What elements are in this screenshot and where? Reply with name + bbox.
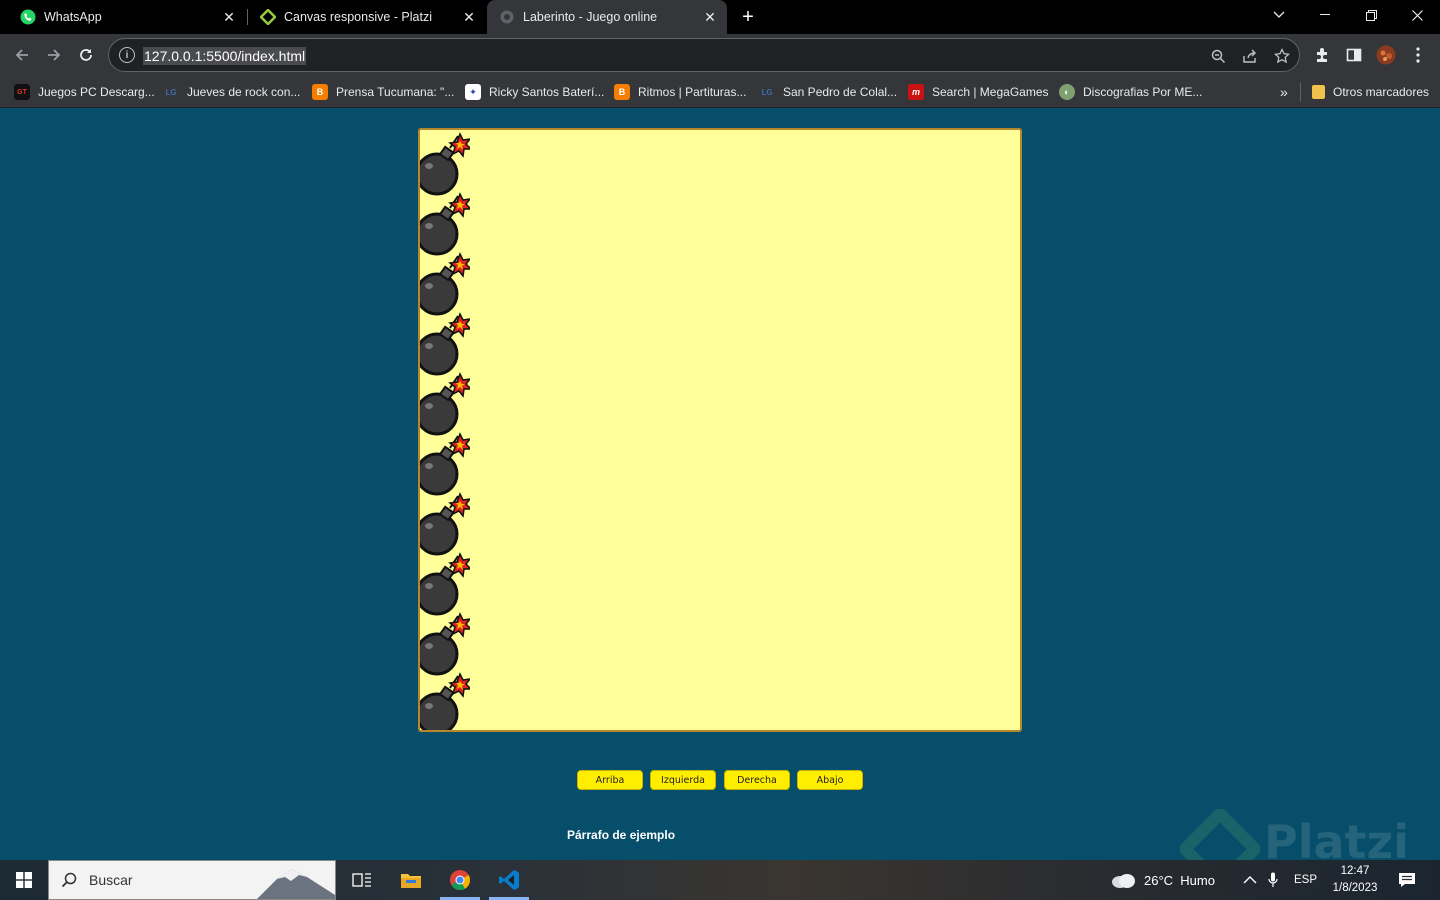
- share-icon[interactable]: [1241, 47, 1259, 65]
- chrome-button[interactable]: [436, 860, 484, 900]
- search-icon: [49, 872, 89, 888]
- bookmark-item[interactable]: ✦ Ricky Santos Baterí...: [465, 82, 604, 102]
- bookmark-item[interactable]: B Ritmos | Partituras...: [614, 82, 746, 102]
- bookmark-item[interactable]: LG Jueves de rock con...: [163, 82, 300, 102]
- close-icon[interactable]: ✕: [699, 6, 721, 28]
- bookmark-label: Ricky Santos Baterí...: [489, 85, 605, 99]
- globe-icon: [499, 9, 515, 25]
- right-button[interactable]: Derecha: [724, 770, 790, 790]
- bookmark-star-icon[interactable]: [1273, 47, 1291, 65]
- bookmark-label: Juegos PC Descarg...: [38, 85, 155, 99]
- bookmark-label: Ritmos | Partituras...: [638, 85, 747, 99]
- url-text[interactable]: 127.0.0.1:5500/index.html: [143, 47, 307, 65]
- taskbar-search[interactable]: Buscar: [48, 860, 336, 900]
- profile-avatar[interactable]: [1376, 45, 1396, 65]
- up-button[interactable]: Arriba: [577, 770, 643, 790]
- search-placeholder: Buscar: [89, 872, 133, 888]
- new-tab-button[interactable]: +: [736, 5, 760, 29]
- platzi-icon: [260, 9, 276, 25]
- lg-icon: LG: [165, 87, 177, 97]
- close-icon[interactable]: ✕: [458, 6, 480, 28]
- cloud-icon: [1112, 874, 1135, 888]
- weather-text: 26°C Humo: [1144, 872, 1215, 888]
- folder-icon: [1312, 85, 1325, 99]
- task-view-icon: [352, 873, 371, 887]
- other-bookmarks[interactable]: Otros marcadores: [1312, 82, 1429, 102]
- task-view-button[interactable]: [338, 860, 386, 900]
- tab-canvas-responsive[interactable]: Canvas responsive - Platzi ✕: [248, 0, 486, 34]
- mountain-highlight-icon: [257, 869, 335, 899]
- clock[interactable]: 12:47 1/8/2023: [1326, 863, 1384, 897]
- weather-widget[interactable]: 26°C Humo: [1110, 860, 1215, 900]
- zoom-icon[interactable]: [1209, 47, 1227, 65]
- file-explorer-button[interactable]: [387, 860, 435, 900]
- tab-laberinto[interactable]: Laberinto - Juego online ✕: [487, 0, 727, 34]
- menu-dots-icon[interactable]: [1408, 45, 1428, 65]
- back-button[interactable]: [8, 41, 36, 69]
- lg-icon: LG: [761, 87, 773, 97]
- start-button[interactable]: [0, 860, 48, 900]
- megagames-icon: m: [908, 84, 924, 100]
- example-paragraph: Párrafo de ejemplo: [567, 828, 676, 842]
- minimize-button[interactable]: [1302, 0, 1348, 30]
- more-bookmarks-icon[interactable]: »: [1280, 82, 1288, 102]
- controls-bar: Arriba Izquierda Derecha Abajo: [0, 770, 1440, 790]
- disc-icon: ◐: [1059, 84, 1075, 100]
- tab-strip: WhatsApp ✕ Canvas responsive - Platzi ✕ …: [0, 0, 1440, 34]
- clock-date: 1/8/2023: [1332, 882, 1378, 894]
- close-icon[interactable]: ✕: [218, 6, 240, 28]
- page-content: Arriba Izquierda Derecha Abajo Párrafo d…: [0, 109, 1440, 889]
- windows-logo-icon: [16, 872, 32, 888]
- bookmark-label: Discografias Por ME...: [1083, 85, 1203, 99]
- tab-title: Laberinto - Juego online: [523, 10, 658, 24]
- browser-toolbar: i 127.0.0.1:5500/index.html: [0, 34, 1440, 76]
- ricky-icon: ✦: [465, 84, 481, 100]
- language-indicator[interactable]: ESP: [1294, 860, 1317, 900]
- address-bar[interactable]: i 127.0.0.1:5500/index.html: [108, 38, 1300, 72]
- bookmark-label: San Pedro de Colal...: [783, 85, 898, 99]
- microphone-icon[interactable]: [1268, 860, 1278, 900]
- bomb-icon: [420, 672, 470, 730]
- blogger-icon: B: [614, 84, 630, 100]
- bookmark-item[interactable]: B Prensa Tucumana: "...: [312, 82, 454, 102]
- tray-overflow-icon[interactable]: [1243, 860, 1257, 900]
- vscode-button[interactable]: [485, 860, 533, 900]
- blogger-icon: B: [312, 84, 328, 100]
- whatsapp-icon: [20, 9, 36, 25]
- close-window-button[interactable]: [1394, 0, 1440, 30]
- bookmark-label: Search | MegaGames: [932, 85, 1049, 99]
- bookmark-label: Prensa Tucumana: "...: [336, 85, 455, 99]
- windows-taskbar: Buscar 26°C Humo ESP 12:47 1/8/2023: [0, 860, 1440, 900]
- vscode-icon: [499, 870, 519, 890]
- chrome-icon: [450, 870, 471, 891]
- extensions-icon[interactable]: [1312, 45, 1332, 65]
- notifications-icon[interactable]: [1398, 860, 1416, 900]
- bookmark-item[interactable]: ◐ Discografias Por ME...: [1059, 82, 1202, 102]
- bookmark-divider: [1300, 82, 1301, 102]
- side-panel-icon[interactable]: [1344, 45, 1364, 65]
- bookmark-label: Jueves de rock con...: [187, 85, 301, 99]
- bookmark-item[interactable]: LG San Pedro de Colal...: [759, 82, 897, 102]
- game-canvas[interactable]: [418, 128, 1022, 732]
- folder-icon: [401, 874, 421, 888]
- clock-time: 12:47: [1340, 865, 1370, 877]
- left-button[interactable]: Izquierda: [650, 770, 716, 790]
- reload-button[interactable]: [72, 41, 100, 69]
- forward-button[interactable]: [40, 41, 68, 69]
- tab-title: Canvas responsive - Platzi: [284, 10, 432, 24]
- tab-search-icon[interactable]: [1256, 0, 1302, 30]
- site-info-icon[interactable]: i: [119, 47, 135, 63]
- tab-title: WhatsApp: [44, 10, 102, 24]
- tab-whatsapp[interactable]: WhatsApp ✕: [8, 0, 246, 34]
- bookmark-item[interactable]: m Search | MegaGames: [908, 82, 1049, 102]
- restore-button[interactable]: [1348, 0, 1394, 30]
- gt-icon: GT: [14, 84, 30, 100]
- other-bookmarks-label: Otros marcadores: [1333, 85, 1430, 99]
- bookmarks-bar: GT Juegos PC Descarg... LG Jueves de roc…: [0, 76, 1440, 108]
- bookmark-item[interactable]: GT Juegos PC Descarg...: [14, 82, 155, 102]
- down-button[interactable]: Abajo: [797, 770, 863, 790]
